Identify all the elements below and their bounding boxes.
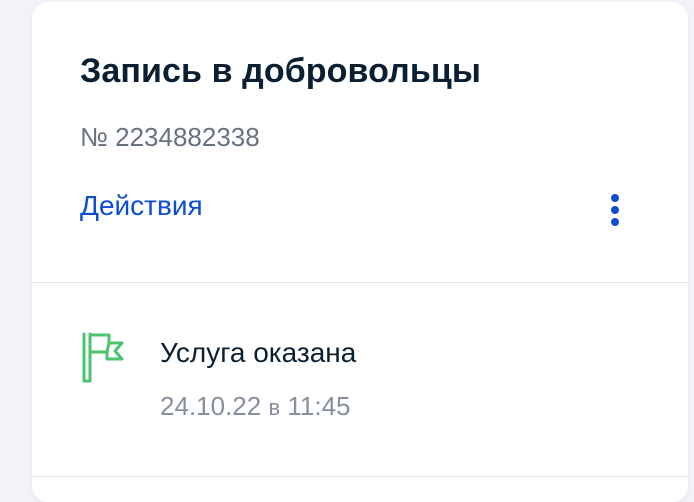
page-title: Запись в добровольцы (80, 52, 481, 90)
flag-icon (82, 332, 124, 383)
more-dot-icon (611, 218, 619, 226)
status-time: 11:45 (287, 391, 351, 421)
status-date: 24.10.22 (160, 391, 262, 421)
more-dot-icon (611, 206, 619, 214)
status-label: Услуга оказана (160, 337, 357, 368)
more-options-button[interactable] (598, 188, 634, 232)
application-card: Запись в добровольцы № 2234882338 Действ… (32, 2, 688, 502)
more-dot-icon (611, 194, 619, 202)
status-datetime: 24.10.22 в 11:45 (160, 391, 351, 422)
card-header: Запись в добровольцы № 2234882338 Действ… (32, 2, 688, 283)
status-date-separator: в (268, 395, 281, 420)
actions-link[interactable]: Действия (80, 190, 203, 222)
status-item: Услуга оказана 24.10.22 в 11:45 (32, 283, 688, 477)
application-number: № 2234882338 (80, 122, 260, 152)
